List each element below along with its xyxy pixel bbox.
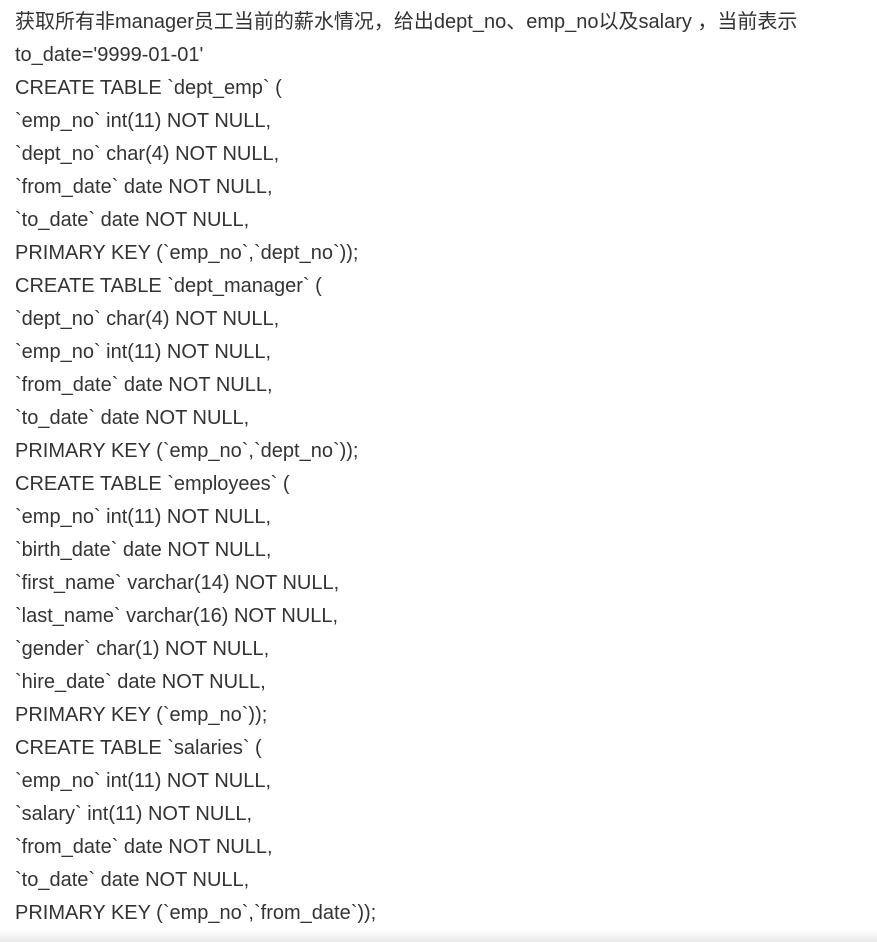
sql-line: CREATE TABLE `salaries` ( [15,737,262,759]
sql-line: `from_date` date NOT NULL, [15,374,273,396]
sql-line: CREATE TABLE `employees` ( [15,473,290,495]
sql-line: `last_name` varchar(16) NOT NULL, [15,605,339,627]
question-body: 获取所有非manager员工当前的薪水情况，给出dept_no、emp_no以及… [15,6,865,930]
sql-line: PRIMARY KEY (`emp_no`)); [15,704,268,726]
sql-line: PRIMARY KEY (`emp_no`,`dept_no`)); [15,242,359,264]
sql-line: `dept_no` char(4) NOT NULL, [15,308,280,330]
sql-line: `to_date` date NOT NULL, [15,209,250,231]
sql-line: `first_name` varchar(14) NOT NULL, [15,572,340,594]
sql-line: `hire_date` date NOT NULL, [15,671,266,693]
sql-line: `emp_no` int(11) NOT NULL, [15,110,272,132]
sql-line: `from_date` date NOT NULL, [15,176,273,198]
sql-line: PRIMARY KEY (`emp_no`,`dept_no`)); [15,440,359,462]
sql-line: `to_date` date NOT NULL, [15,869,250,891]
sql-line: CREATE TABLE `dept_manager` ( [15,275,322,297]
sql-line: `emp_no` int(11) NOT NULL, [15,341,272,363]
sql-line: `salary` int(11) NOT NULL, [15,803,253,825]
sql-line: `emp_no` int(11) NOT NULL, [15,506,272,528]
sql-line: `gender` char(1) NOT NULL, [15,638,270,660]
sql-line: CREATE TABLE `dept_emp` ( [15,77,282,99]
sql-line: `birth_date` date NOT NULL, [15,539,272,561]
sql-line: PRIMARY KEY (`emp_no`,`from_date`)); [15,902,377,924]
sql-line: `from_date` date NOT NULL, [15,836,273,858]
bottom-edge-shadow [0,930,877,942]
question-description: 获取所有非manager员工当前的薪水情况，给出dept_no、emp_no以及… [15,11,798,66]
sql-line: `dept_no` char(4) NOT NULL, [15,143,280,165]
sql-line: `to_date` date NOT NULL, [15,407,250,429]
sql-line: `emp_no` int(11) NOT NULL, [15,770,272,792]
sql-schema-block: CREATE TABLE `dept_emp` ( `emp_no` int(1… [15,72,865,930]
